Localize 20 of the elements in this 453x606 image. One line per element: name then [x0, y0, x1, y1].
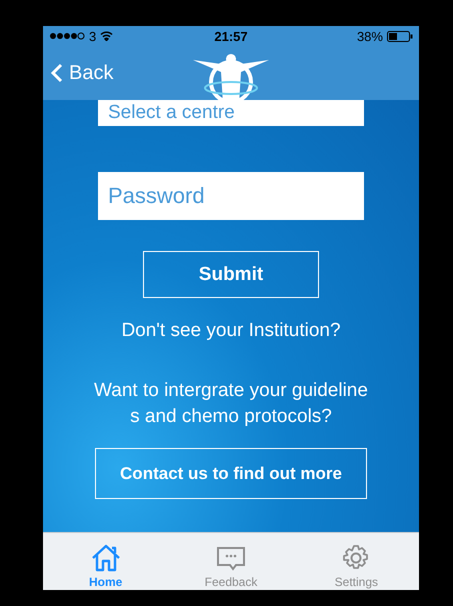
- tab-button[interactable]: Home: [43, 533, 168, 590]
- integrate-text: Want to intergrate your guideline s and chemo protocols?: [94, 379, 368, 429]
- clock-time: 21:57: [213, 28, 249, 44]
- battery-percent: 38%: [356, 28, 383, 44]
- back-button[interactable]: Back: [51, 62, 114, 84]
- institution-link[interactable]: Don't see your Institution?: [121, 320, 341, 342]
- chevron-left-icon: [51, 63, 63, 83]
- wifi-icon: [100, 31, 114, 41]
- tab-button[interactable]: Settings: [294, 533, 419, 590]
- tab-button[interactable]: Feedback: [168, 533, 294, 590]
- settings-icon: [342, 544, 370, 572]
- contact-button[interactable]: Contact us to find out more: [95, 448, 367, 499]
- chat-bubble-icon: [216, 546, 246, 572]
- carrier-name: 3: [89, 28, 96, 44]
- password-field[interactable]: Password: [98, 172, 364, 220]
- centre-field[interactable]: Select a centre: [98, 100, 364, 126]
- signal-icon: [49, 32, 85, 40]
- home-icon: [90, 544, 121, 572]
- battery-icon: [386, 30, 413, 42]
- submit-button[interactable]: Submit: [143, 251, 319, 298]
